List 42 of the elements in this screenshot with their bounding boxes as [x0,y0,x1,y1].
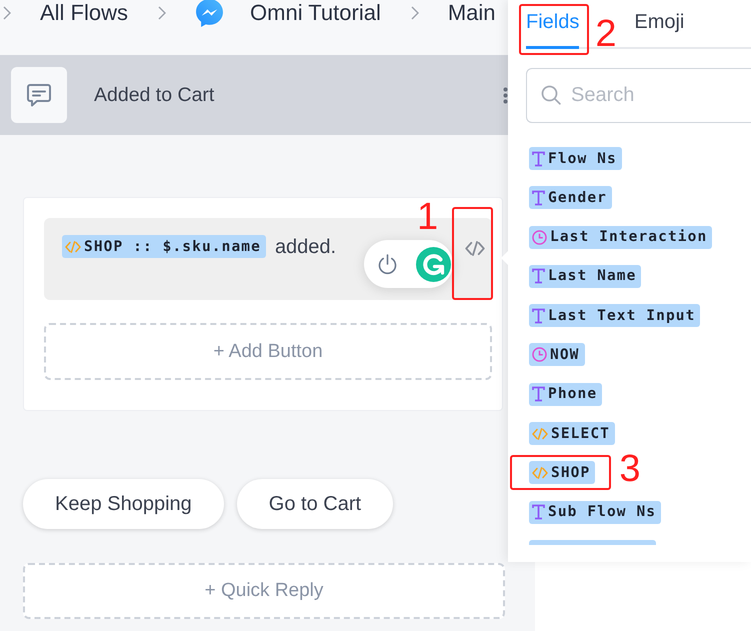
field-chip[interactable]: SHOP [529,461,596,484]
annotation-box [519,4,590,55]
code-icon [65,240,81,252]
variable-chip[interactable]: SHOP :: $.sku.name [62,235,266,258]
chevron-right-icon [410,6,419,20]
node-title: Added to Cart [94,84,214,106]
text-icon [532,308,545,324]
breadcrumb-link[interactable]: Omni Tutorial [250,0,381,26]
clock-icon [532,347,547,362]
text-icon [532,150,545,166]
code-icon [532,466,548,479]
field-chip[interactable]: Flow Ns [529,147,622,170]
text-icon [532,268,545,284]
code-icon [532,428,548,440]
field-chip[interactable]: NOW [529,343,584,366]
breadcrumb-link[interactable]: All Flows [40,0,128,26]
message-text: added. [274,235,336,259]
field-chip[interactable]: Last Interaction [529,226,712,249]
chevron-right-icon [3,6,11,20]
breadcrumb-link[interactable]: Main [448,0,496,26]
reply-button[interactable]: Go to Cart [236,479,394,529]
power-icon[interactable] [378,254,397,274]
reply-button[interactable]: Keep Shopping [23,479,224,529]
field-chip[interactable]: Last Name [529,264,642,288]
text-icon [532,386,545,402]
clock-icon [532,230,547,245]
field-chip[interactable]: Phone [529,382,602,406]
message-icon [11,67,67,123]
search-icon [541,85,561,105]
chevron-right-icon [158,6,166,20]
field-chip[interactable] [529,540,656,545]
field-chip[interactable]: Last Text Input [529,304,700,328]
annotation-number: 3 [619,450,640,488]
more-icon[interactable] [503,86,508,104]
text-icon [532,190,545,206]
text-icon [532,504,545,520]
field-chip[interactable]: Sub Flow Ns [529,500,662,524]
field-chip[interactable]: SELECT [529,422,615,446]
annotation-number: 2 [595,15,616,53]
field-chip[interactable]: Gender [529,186,612,210]
search-field[interactable]: Search [526,68,751,123]
tab[interactable]: Emoji [634,10,684,49]
